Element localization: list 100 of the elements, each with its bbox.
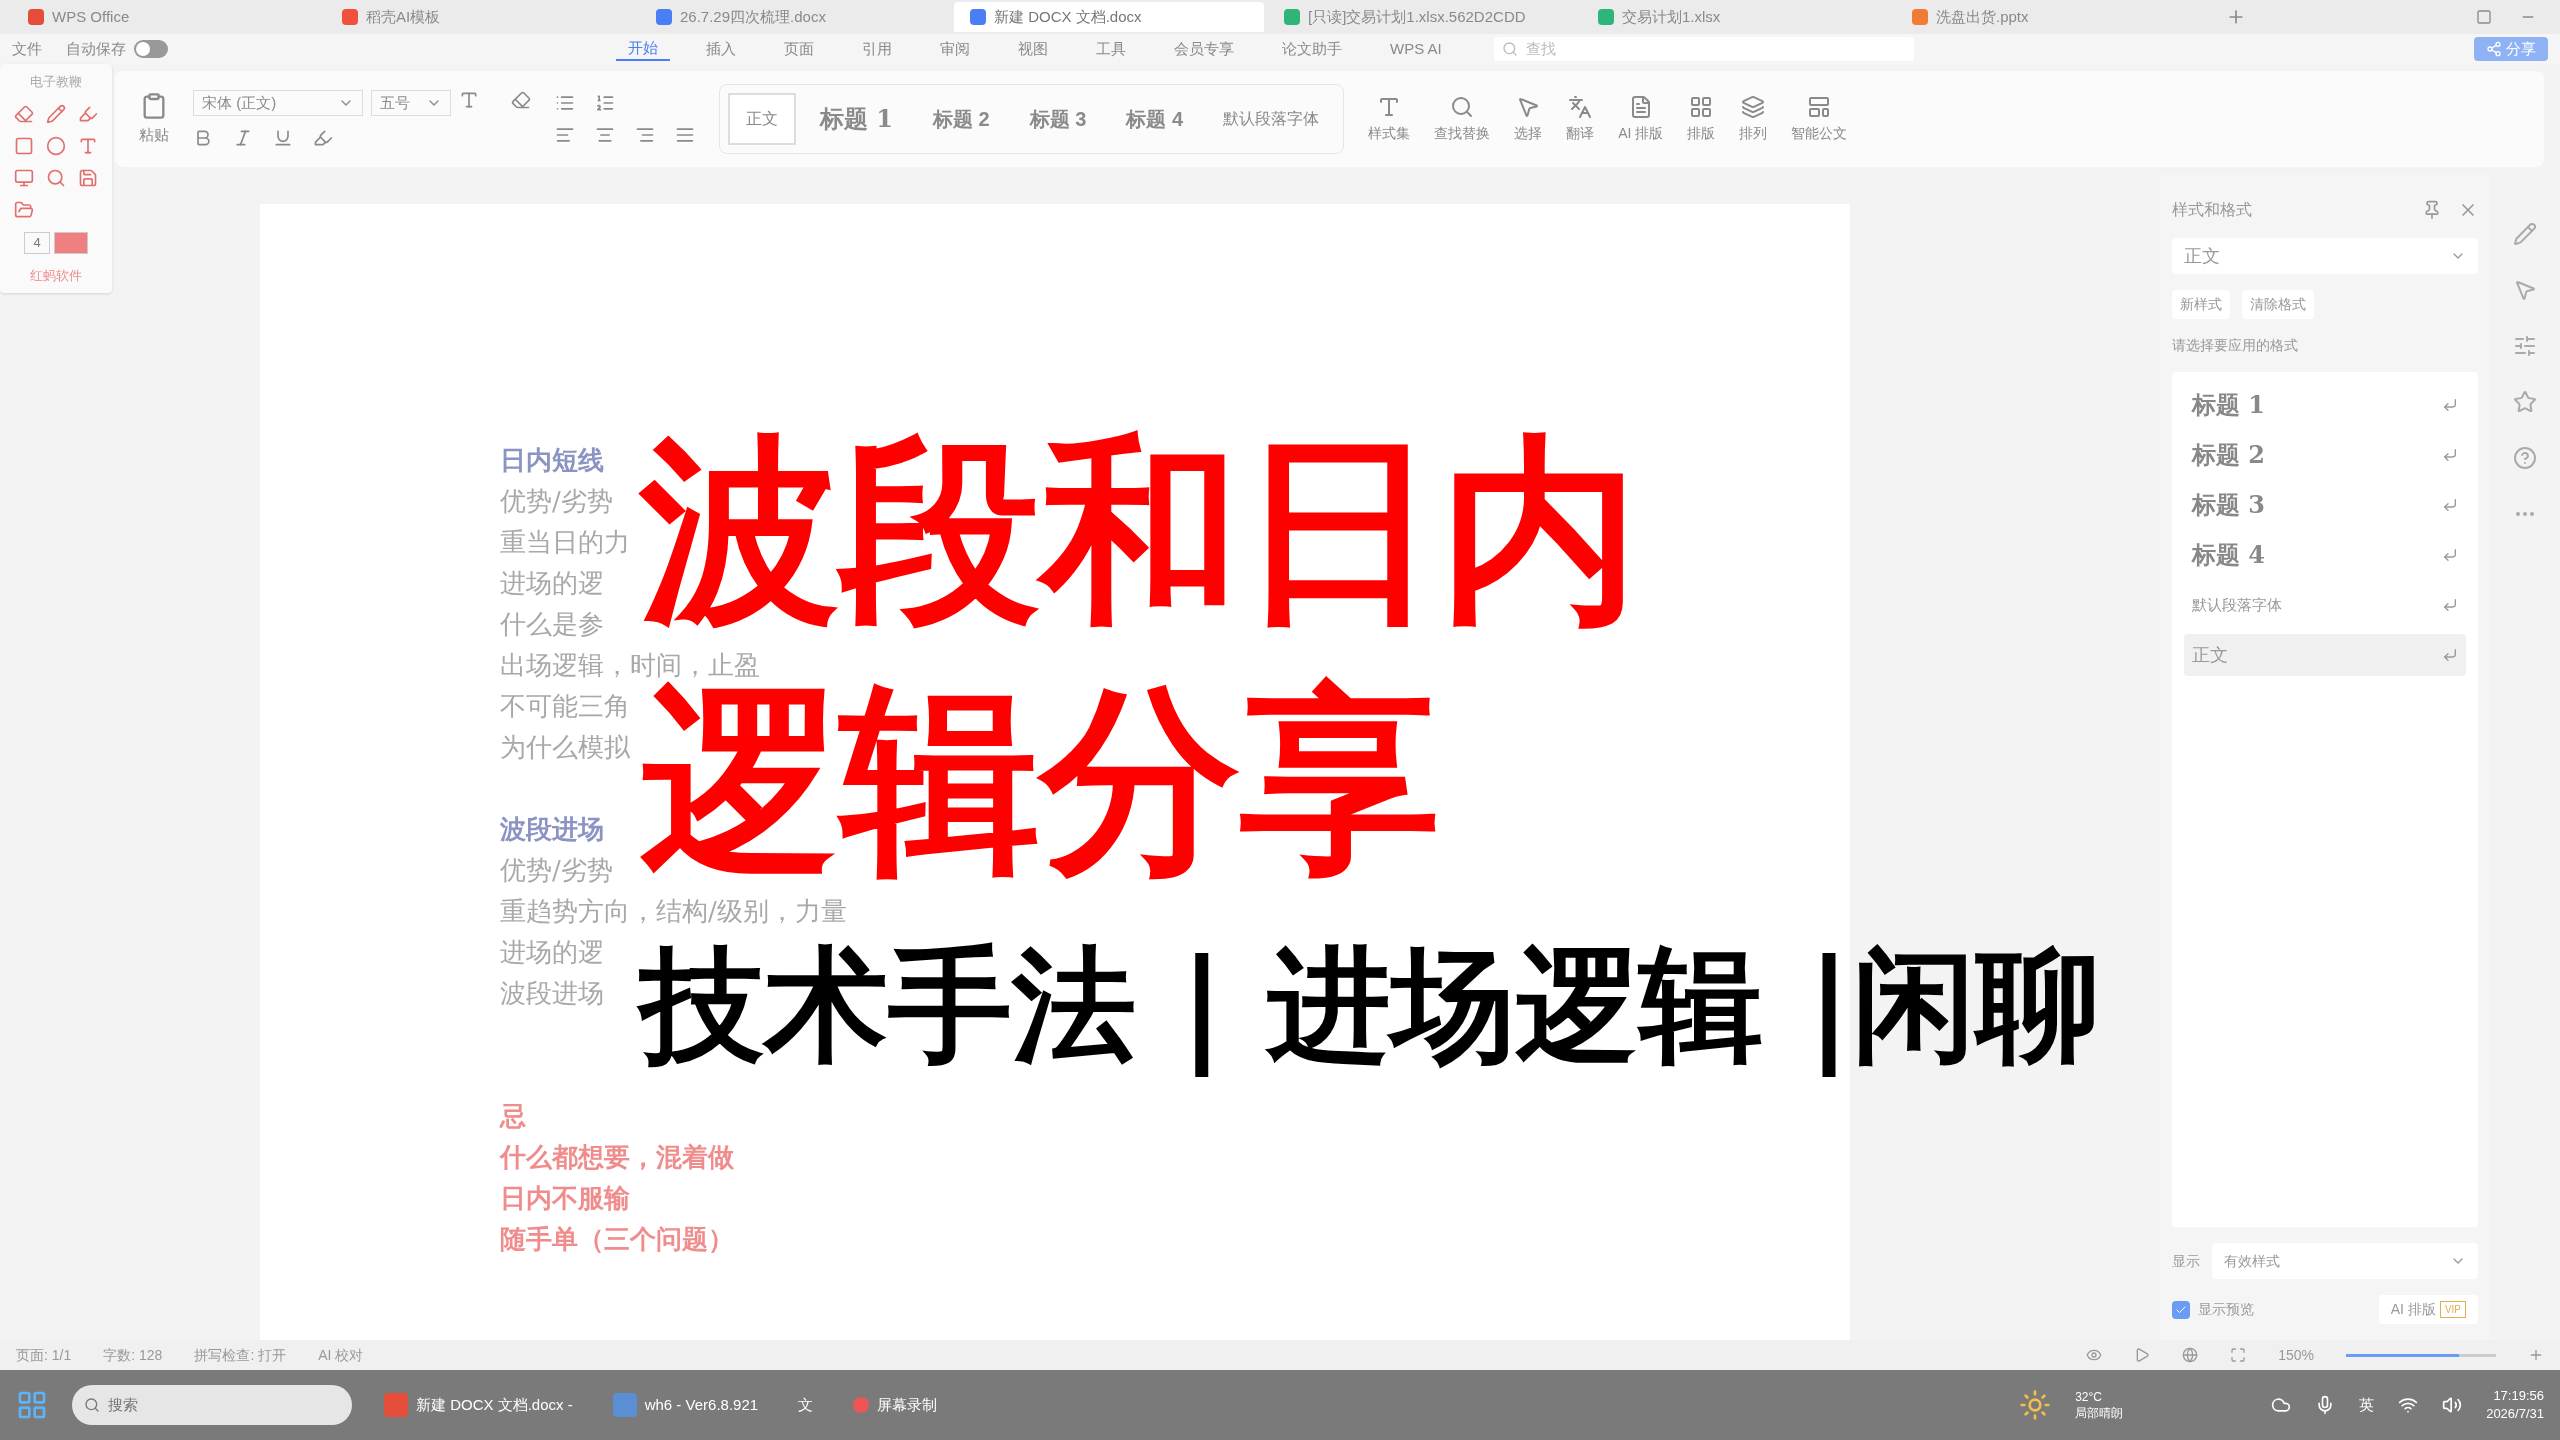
autosave-toggle[interactable] (134, 40, 168, 58)
cloud-icon[interactable] (2271, 1395, 2292, 1415)
document-tab[interactable]: 新建 DOCX 文档.docx (954, 2, 1264, 32)
ribbon-tab[interactable]: 开始 (616, 36, 670, 62)
spell-check-status[interactable]: 拼写检查: 打开 (194, 1344, 287, 1366)
panel-button[interactable]: 清除格式 (2242, 290, 2314, 319)
paste-button[interactable]: 粘贴 (139, 123, 169, 147)
star-icon[interactable] (2513, 390, 2537, 414)
search-field[interactable]: 查找 (1493, 37, 1914, 61)
screen-icon[interactable] (14, 167, 34, 188)
ai-layout-button[interactable]: AI 排版 VIP (2378, 1295, 2478, 1324)
underline-icon[interactable] (273, 128, 293, 148)
bullet-list-icon[interactable] (555, 93, 575, 113)
share-button[interactable]: 分享 (2474, 37, 2548, 61)
toolbar-button[interactable]: 样式集 (1368, 122, 1411, 144)
ribbon-tab[interactable]: 插入 (694, 37, 748, 61)
edit-icon[interactable] (2513, 222, 2537, 246)
ribbon-tab[interactable]: 工具 (1084, 37, 1138, 61)
document-line: 重趋势方向，结构/级别，力量 (500, 895, 847, 928)
grow-font-icon[interactable] (459, 90, 479, 110)
style-gallery-item[interactable]: 标题 4 (1110, 93, 1200, 145)
ribbon-tab[interactable]: 引用 (850, 37, 904, 61)
play-icon[interactable] (2134, 1347, 2151, 1363)
fit-icon[interactable] (2230, 1347, 2247, 1363)
document-tab[interactable]: 稻壳AI模板 (326, 2, 636, 32)
style-gallery-item[interactable]: 默认段落字体 (1207, 93, 1336, 145)
panel-button[interactable]: 新样式 (2172, 290, 2230, 319)
show-dropdown[interactable]: 有效样式 (2212, 1243, 2478, 1279)
pen-width-dropdown[interactable]: 4 (24, 231, 50, 254)
toolbar-button[interactable]: 排版 (1687, 122, 1716, 144)
align-center-icon[interactable] (595, 125, 615, 145)
zoom-icon[interactable] (46, 167, 66, 188)
help-icon[interactable] (2513, 446, 2537, 470)
ribbon-tab[interactable]: WPS AI (1378, 37, 1454, 61)
font-size-dropdown[interactable]: 五号 (371, 90, 451, 116)
style-list-item[interactable]: 标题 3 (2184, 484, 2466, 526)
pointer-icon[interactable] (2513, 278, 2537, 302)
input-method[interactable]: 英 (2359, 1393, 2375, 1417)
start-icon[interactable] (16, 1389, 48, 1421)
align-right-icon[interactable] (635, 125, 655, 145)
italic-icon[interactable] (233, 128, 253, 148)
ribbon-tab[interactable]: 论文助手 (1270, 37, 1354, 61)
rectangle-icon[interactable] (14, 135, 34, 156)
zoom-in-icon[interactable] (2528, 1347, 2544, 1363)
style-dropdown[interactable]: 正文 (2172, 238, 2478, 274)
ellipse-icon[interactable] (46, 135, 66, 156)
taskbar-app[interactable]: 新建 DOCX 文档.docx - (376, 1380, 581, 1430)
style-list-item[interactable]: 标题 2 (2184, 434, 2466, 476)
volume-icon[interactable] (2442, 1395, 2463, 1415)
toolbar-button[interactable]: 智能公文 (1791, 122, 1848, 144)
pin-icon[interactable] (2422, 200, 2442, 220)
folder-icon[interactable] (14, 199, 34, 220)
toolbar-button[interactable]: 排列 (1739, 122, 1768, 144)
highlighter-icon[interactable] (313, 128, 333, 148)
toolbar-button[interactable]: 翻译 (1566, 122, 1595, 144)
style-list-item[interactable]: 标题 4 (2184, 534, 2466, 576)
style-list-item[interactable]: 标题 1 (2184, 384, 2466, 426)
style-gallery-item[interactable]: 标题 1 (804, 93, 910, 145)
document-tab[interactable]: 洗盘出货.pptx (1896, 2, 2206, 32)
taskbar-app[interactable]: 文 (790, 1380, 822, 1430)
eye-icon[interactable] (2086, 1347, 2103, 1363)
document-tab[interactable]: 交易计划1.xlsx (1582, 2, 1892, 32)
style-gallery-item[interactable]: 标题 2 (917, 93, 1006, 145)
sliders-icon[interactable] (2513, 334, 2537, 358)
save-icon[interactable] (78, 167, 98, 188)
document-tab[interactable]: 26.7.29四次梳理.docx (640, 2, 950, 32)
file-menu[interactable]: 文件 (12, 37, 42, 61)
ribbon-tab[interactable]: 会员专享 (1162, 37, 1246, 61)
pen-color-swatch[interactable] (53, 231, 88, 254)
network-icon[interactable] (2398, 1395, 2419, 1415)
toolbar-button[interactable]: 选择 (1514, 122, 1543, 144)
pen-icon[interactable] (46, 103, 66, 124)
eraser-icon[interactable] (14, 103, 34, 124)
style-gallery-item[interactable]: 标题 3 (1013, 93, 1103, 145)
taskbar-app[interactable]: 屏幕录制 (845, 1380, 946, 1430)
tool-icon (1568, 94, 1593, 119)
ribbon-tab[interactable]: 审阅 (928, 37, 982, 61)
style-gallery-item[interactable]: 正文 (728, 93, 796, 145)
ribbon-tab[interactable]: 视图 (1006, 37, 1060, 61)
document-tab[interactable]: [只读]交易计划1.xlsx.562D2CDD (1268, 2, 1578, 32)
temperature: 32°C (2075, 1389, 2103, 1405)
style-list-item[interactable]: 默认段落字体 (2184, 584, 2466, 626)
window-icon[interactable] (2476, 9, 2492, 25)
ribbon-tab[interactable]: 页面 (772, 37, 826, 61)
marker-icon[interactable] (78, 103, 98, 124)
toolbar-button[interactable]: 查找替换 (1434, 122, 1491, 144)
font-dropdown[interactable]: 宋体 (正文) (193, 90, 363, 116)
taskbar-search-field[interactable]: 搜索 (72, 1385, 352, 1425)
globe-icon[interactable] (2182, 1347, 2199, 1363)
align-left-icon[interactable] (555, 125, 575, 145)
preview-checkbox[interactable] (2172, 1300, 2190, 1319)
toolbar-button[interactable]: AI 排版 (1618, 122, 1664, 144)
eraser-icon[interactable] (511, 90, 531, 110)
style-list-item[interactable]: 正文 (2184, 634, 2466, 676)
taskbar-app[interactable]: wh6 - Ver6.8.921 (604, 1380, 767, 1430)
numbered-list-icon[interactable] (595, 93, 615, 113)
ai-proofread-button[interactable]: AI 校对 (318, 1344, 364, 1366)
justify-icon[interactable] (675, 125, 695, 145)
zoom-slider[interactable] (2346, 1353, 2496, 1357)
document-tab[interactable]: WPS Office (12, 2, 322, 32)
